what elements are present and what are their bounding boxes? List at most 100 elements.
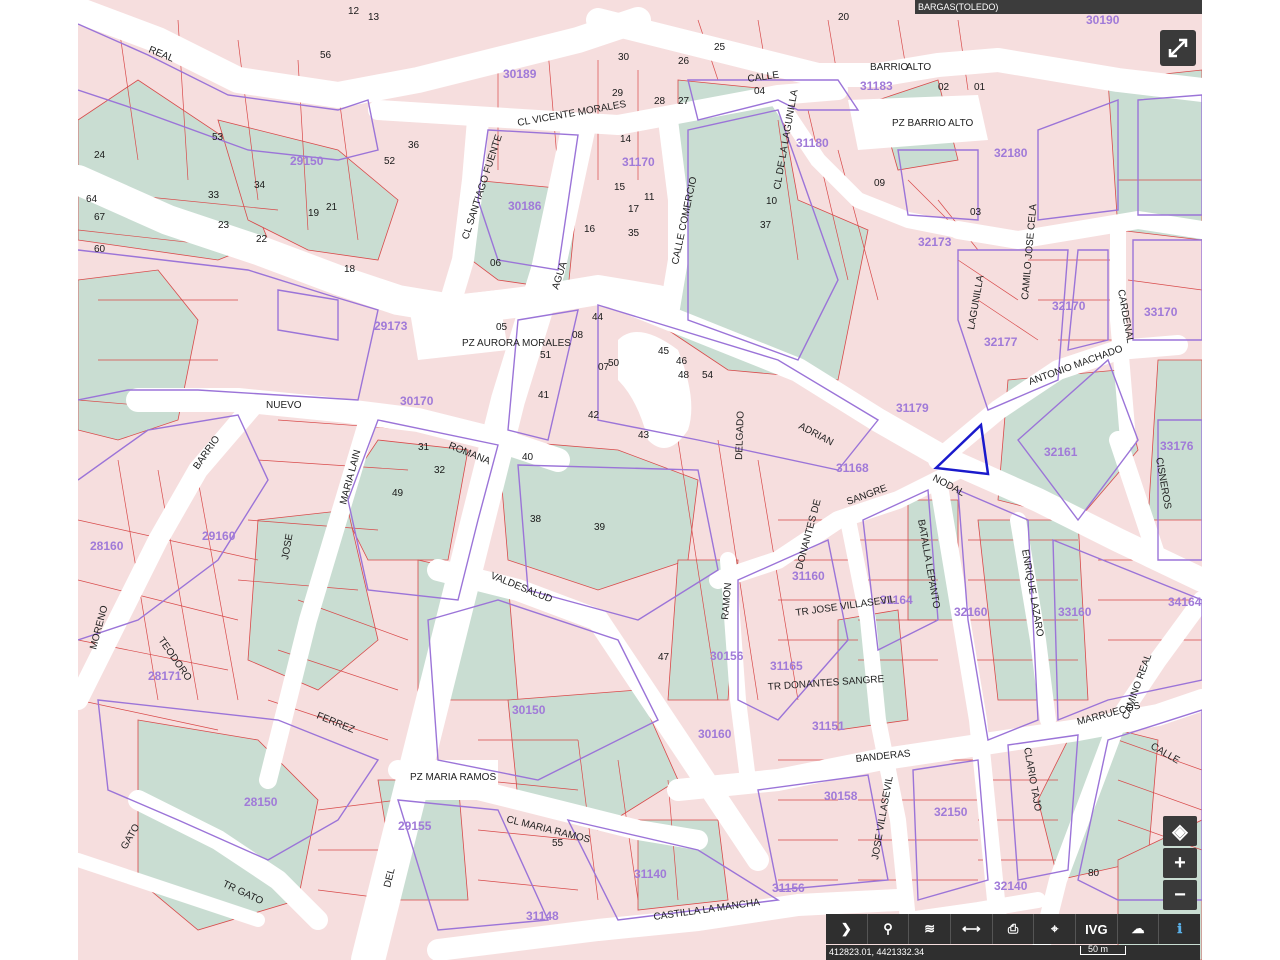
toolbar-button-reference[interactable]: ⌖ — [1034, 914, 1077, 944]
toolbar-button-layers[interactable]: ≋ — [909, 914, 952, 944]
layers-icon: ≋ — [924, 921, 936, 936]
fullscreen-button[interactable] — [1160, 30, 1196, 66]
block-label: 31180 — [796, 136, 829, 150]
street-label: FERREZ — [315, 711, 356, 736]
parcel-label: 29 — [612, 88, 624, 99]
parcel-label: 09 — [874, 178, 886, 189]
cadastral-map[interactable]: 30190 31183 29150 30189 31180 32180 30186 31170… — [78, 0, 1202, 960]
parcel-label: 19 — [308, 208, 320, 219]
block-label: 30160 — [698, 727, 732, 741]
info-icon: ℹ — [1177, 921, 1183, 936]
block-label: 30190 — [1086, 13, 1120, 27]
parcel-label: 08 — [572, 330, 584, 341]
street-label: DELGADO — [734, 411, 747, 460]
block-label: 32140 — [994, 879, 1028, 893]
toolbar-button-search[interactable]: ⚲ — [868, 914, 910, 944]
parcel-label: 21 — [326, 202, 338, 213]
parcel-label: 14 — [620, 134, 632, 145]
block-label: 28160 — [90, 539, 124, 553]
scale-label: 50 m — [1088, 944, 1109, 954]
parcel-label: 13 — [368, 12, 380, 23]
parcel-label: 20 — [838, 12, 850, 23]
zoom-home-button[interactable]: ◈ — [1163, 816, 1197, 846]
parcel-label: 05 — [496, 322, 508, 333]
block-label: 30150 — [512, 703, 546, 717]
plaza-aurora-morales — [408, 290, 508, 360]
parcel-label: 40 — [522, 452, 534, 463]
print-icon: ⎙ — [1007, 921, 1019, 936]
parcel-label: 33 — [208, 190, 220, 201]
block-label: 31168 — [836, 461, 869, 475]
street-label: ADRIAN — [797, 421, 836, 448]
toolbar-button-layer-group[interactable]: ☁ — [1118, 914, 1160, 944]
crosshair-icon: ◈ — [1172, 820, 1188, 843]
parcel-label: 41 — [538, 390, 550, 401]
block-label: 32161 — [1044, 445, 1078, 459]
parcel-label: 67 — [94, 212, 106, 223]
parcel-label: 64 — [86, 194, 98, 205]
block-label: 33176 — [1160, 439, 1194, 453]
toolbar-button-toggle[interactable]: ❯ — [826, 914, 868, 944]
block-label: 32177 — [984, 335, 1018, 349]
parcel-label: 43 — [638, 430, 650, 441]
block-label: 32180 — [994, 146, 1028, 160]
parcel-label: 28 — [654, 96, 666, 107]
block-label: 33170 — [1144, 305, 1178, 319]
block-label: 31151 — [812, 719, 845, 733]
toolbar-button-info[interactable]: ℹ — [1159, 914, 1200, 944]
block-label: 33160 — [1058, 605, 1092, 619]
parcel-label: 31 — [418, 442, 430, 453]
parcel-label: 02 — [938, 82, 950, 93]
block-label: 31140 — [634, 867, 667, 881]
parcel-label: 50 — [608, 358, 620, 369]
toolbar-button-measure[interactable]: ⟷ — [951, 914, 993, 944]
parcel-label: 06 — [490, 258, 502, 269]
parcel-label: 49 — [392, 488, 404, 499]
map-title: BARGAS(TOLEDO) — [915, 0, 1202, 14]
parcel-label: 30 — [618, 52, 630, 63]
block-label: 29155 — [398, 819, 432, 833]
parcel-label: 23 — [218, 220, 230, 231]
parcel-label: 37 — [760, 220, 772, 231]
parcel-label: 34 — [254, 180, 266, 191]
block-label: 34164 — [1168, 595, 1202, 609]
block-label: 29173 — [374, 319, 408, 333]
parcel-label: 26 — [678, 56, 690, 67]
map-canvas[interactable]: 3019031183291503018931180321803018631170… — [78, 0, 1202, 960]
search-icon: ⚲ — [883, 921, 893, 936]
street-label: CLARIO TAJO — [1021, 747, 1043, 813]
parcel-label: 48 — [678, 370, 690, 381]
parcel-label: 45 — [658, 346, 670, 357]
parcel-label: 01 — [974, 82, 986, 93]
parcel-label: 10 — [766, 196, 778, 207]
coordinates-readout: 412823.01, 4421332.34 — [826, 945, 1200, 960]
plaza-teardrop — [618, 332, 692, 448]
fullscreen-icon — [1168, 38, 1188, 58]
parcel-label: 18 — [344, 264, 356, 275]
parcel-label: 42 — [588, 410, 600, 421]
measure-icon: ⟷ — [962, 921, 981, 936]
block-label: 28150 — [244, 795, 278, 809]
toolbar-button-print[interactable]: ⎙ — [993, 914, 1035, 944]
block-label: 31148 — [526, 909, 559, 923]
ivg-icon: IVG — [1085, 921, 1108, 937]
map-toolbar: ❯ ⚲ ≋ ⟷ ⎙ ⌖ IVG ☁ ℹ — [826, 914, 1200, 944]
block-label: 31179 — [896, 401, 929, 415]
street-label: LAGUNILLA — [966, 274, 986, 330]
parcel-label: 17 — [628, 204, 640, 215]
street-label: PZ AURORA MORALES — [462, 338, 571, 349]
garden-area — [78, 269, 199, 441]
parcel-label: 16 — [584, 224, 596, 235]
parcel-label: 27 — [678, 96, 690, 107]
block-label: 30156 — [710, 649, 744, 663]
street-label: PZ MARIA RAMOS — [410, 772, 496, 783]
parcel-label: 80 — [1088, 868, 1100, 879]
zoom-in-button[interactable]: + — [1163, 848, 1197, 878]
chevron-right-icon: ❯ — [840, 921, 852, 936]
layer-group-icon: ☁ — [1131, 921, 1145, 936]
toolbar-button-ivg[interactable]: IVG — [1076, 914, 1118, 944]
block-label: 30170 — [400, 394, 434, 408]
parcel-label: 11 — [644, 192, 655, 203]
zoom-out-button[interactable]: − — [1163, 880, 1197, 910]
parcel-label: 44 — [592, 312, 604, 323]
